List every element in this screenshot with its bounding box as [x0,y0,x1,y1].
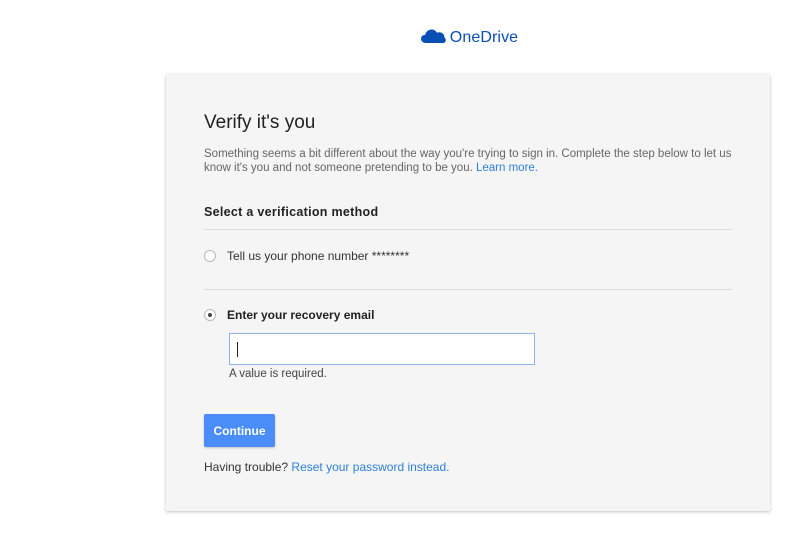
verification-card: Verify it's you Something seems a bit di… [166,74,770,511]
page-title: Verify it's you [204,112,316,133]
section-title: Select a verification method [204,205,379,219]
learn-more-link[interactable]: Learn more. [476,162,538,174]
reset-password-link[interactable]: Reset your password instead. [291,460,449,474]
recovery-email-input[interactable] [229,333,535,365]
onedrive-logo[interactable]: OneDrive [420,28,518,49]
text-caret [237,342,238,357]
email-radio[interactable] [204,309,216,321]
trouble-line: Having trouble? Reset your password inst… [204,460,450,474]
divider [204,229,732,230]
cloud-icon [420,28,446,49]
phone-radio[interactable] [204,250,216,262]
option-phone[interactable]: Tell us your phone number ******** [204,249,409,263]
continue-button[interactable]: Continue [204,414,275,447]
logo-text: OneDrive [449,29,519,46]
divider [204,289,732,290]
option-recovery-email[interactable]: Enter your recovery email [204,308,374,322]
error-message: A value is required. [229,368,327,380]
description: Something seems a bit different about th… [204,147,734,175]
phone-option-label: Tell us your phone number ******** [227,249,410,263]
description-text: Something seems a bit different about th… [204,148,732,174]
email-option-label: Enter your recovery email [227,308,375,322]
header: OneDrive [0,26,790,50]
trouble-text: Having trouble? [204,460,289,474]
